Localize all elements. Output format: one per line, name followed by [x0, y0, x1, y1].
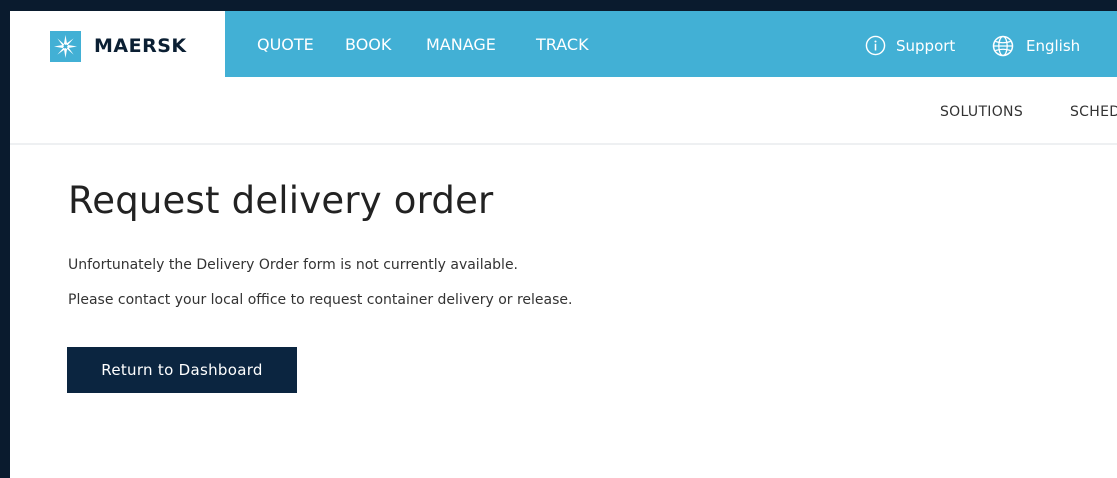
subnav-item-schedules[interactable]: SCHED [1070, 104, 1117, 120]
info-icon [865, 35, 886, 56]
browser-viewport: MAERSK QUOTE BOOK MANAGE TRACK Support E… [10, 11, 1117, 478]
unavailable-message: Unfortunately the Delivery Order form is… [68, 257, 519, 273]
star-icon [50, 31, 81, 62]
nav-item-book[interactable]: BOOK [345, 35, 391, 54]
language-label: English [1026, 37, 1081, 55]
top-navigation: MAERSK QUOTE BOOK MANAGE TRACK Support E… [10, 11, 1117, 77]
support-label: Support [896, 36, 956, 55]
contact-office-message: Please contact your local office to requ… [68, 292, 573, 308]
logo[interactable]: MAERSK [10, 11, 225, 77]
return-to-dashboard-button[interactable]: Return to Dashboard [67, 347, 297, 393]
page-title: Request delivery order [68, 179, 494, 222]
primary-nav: QUOTE BOOK MANAGE TRACK Support English [225, 11, 1117, 77]
brand-name: MAERSK [94, 35, 187, 57]
secondary-nav: SOLUTIONS SCHED [10, 77, 1117, 145]
globe-icon [992, 35, 1014, 57]
support-link[interactable]: Support [865, 35, 955, 56]
subnav-item-solutions[interactable]: SOLUTIONS [940, 104, 1023, 120]
nav-item-manage[interactable]: MANAGE [426, 35, 496, 54]
nav-item-track[interactable]: TRACK [536, 35, 589, 54]
nav-item-quote[interactable]: QUOTE [257, 35, 314, 54]
language-selector[interactable]: English [992, 35, 1080, 57]
